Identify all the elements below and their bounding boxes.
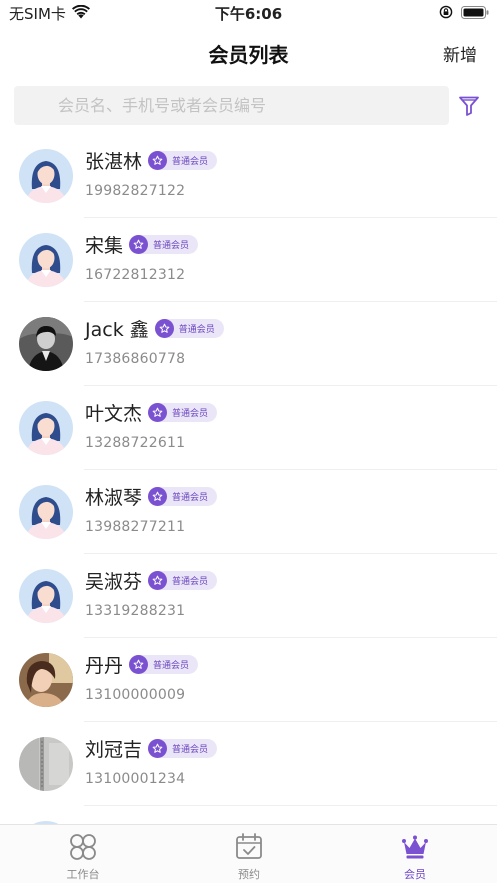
member-level-label: 普通会员 [172, 576, 209, 587]
member-name: 叶文杰 [85, 402, 143, 425]
avatar [19, 317, 73, 371]
member-row[interactable]: 刘冠吉 普通会员 13100001234 [0, 722, 497, 806]
battery-icon [461, 4, 489, 23]
tab-members[interactable]: 会员 [332, 825, 497, 883]
member-level-label: 普通会员 [153, 240, 190, 251]
avatar [19, 149, 73, 203]
member-level-label: 普通会员 [172, 156, 209, 167]
member-level-label: 普通会员 [178, 324, 215, 335]
name-line: 叶文杰 普通会员 [85, 400, 218, 425]
status-time: 下午6:06 [214, 5, 283, 23]
name-line: Jack 鑫 普通会员 [85, 316, 224, 341]
status-bar: 无SIM卡 下午6:06 [0, 0, 497, 26]
member-level-label: 普通会员 [172, 744, 209, 755]
avatar [19, 569, 73, 623]
member-name: Jack 鑫 [85, 318, 149, 341]
member-name: 林淑琴 [85, 486, 143, 509]
member-row[interactable]: 宋集 普通会员 16722812312 [0, 218, 497, 302]
member-list[interactable]: 张湛林 普通会员 19982827122 宋集 普通会员 16722812312 Jack … [0, 134, 497, 824]
status-right [439, 4, 489, 23]
member-level-label: 普通会员 [153, 660, 190, 671]
member-level-badge: 普通会员 [148, 486, 218, 506]
add-member-button[interactable]: 新增 [443, 41, 477, 66]
tab-appointments[interactable]: 预约 [166, 825, 332, 883]
navigation-bar: 会员列表 新增 [0, 26, 497, 78]
grid-icon [0, 832, 166, 862]
tab-label: 工作台 [66, 868, 100, 881]
member-row-partial[interactable] [0, 806, 497, 824]
member-row[interactable]: Jack 鑫 普通会员 17386860778 [0, 302, 497, 386]
member-phone: 17386860778 [85, 351, 186, 367]
member-row[interactable]: 吴淑芬 普通会员 13319288231 [0, 554, 497, 638]
member-level-badge: 普通会员 [154, 318, 224, 338]
name-line: 刘冠吉 普通会员 [85, 736, 218, 761]
tab-workbench[interactable]: 工作台 [0, 825, 166, 883]
member-phone: 19982827122 [85, 183, 186, 199]
member-row[interactable]: 张湛林 普通会员 19982827122 [0, 134, 497, 218]
member-name: 吴淑芬 [85, 570, 143, 593]
member-phone: 13100000009 [85, 687, 186, 703]
name-line: 吴淑芬 普通会员 [85, 568, 218, 593]
filter-icon[interactable] [457, 94, 481, 118]
member-row[interactable]: 叶文杰 普通会员 13288722611 [0, 386, 497, 470]
member-level-label: 普通会员 [172, 408, 209, 419]
star-icon [148, 738, 168, 758]
star-icon [148, 150, 168, 170]
rotation-lock-icon [439, 4, 453, 23]
search-row [0, 86, 497, 126]
search-input[interactable] [14, 86, 449, 125]
member-row[interactable]: 丹丹 普通会员 13100000009 [0, 638, 497, 722]
avatar [19, 233, 73, 287]
avatar [19, 653, 73, 707]
member-phone: 16722812312 [85, 267, 186, 283]
member-level-badge: 普通会员 [148, 570, 218, 590]
member-phone: 13988277211 [85, 519, 186, 535]
member-row[interactable]: 林淑琴 普通会员 13988277211 [0, 470, 497, 554]
member-level-badge: 普通会员 [148, 150, 218, 170]
member-name: 张湛林 [85, 150, 143, 173]
tab-bar: 工作台 预约 会员 [0, 824, 497, 883]
page-title: 会员列表 [208, 43, 289, 67]
tab-label: 预约 [238, 868, 260, 881]
star-icon [148, 486, 168, 506]
crown-icon [332, 832, 497, 862]
member-phone: 13288722611 [85, 435, 186, 451]
star-icon [154, 318, 174, 338]
member-level-badge: 普通会员 [148, 402, 218, 422]
member-phone: 13319288231 [85, 603, 186, 619]
member-level-badge: 普通会员 [129, 234, 199, 254]
name-line: 丹丹 普通会员 [85, 652, 199, 677]
member-level-label: 普通会员 [172, 492, 209, 503]
member-level-badge: 普通会员 [129, 654, 199, 674]
star-icon [129, 234, 149, 254]
calendar-icon [166, 832, 332, 862]
avatar [19, 485, 73, 539]
name-line: 宋集 普通会员 [85, 232, 199, 257]
star-icon [148, 570, 168, 590]
name-line: 张湛林 普通会员 [85, 148, 218, 173]
tab-label: 会员 [404, 868, 426, 881]
member-level-badge: 普通会员 [148, 738, 218, 758]
avatar [19, 401, 73, 455]
star-icon [148, 402, 168, 422]
member-phone: 13100001234 [85, 771, 186, 787]
member-name: 宋集 [85, 234, 124, 257]
name-line: 林淑琴 普通会员 [85, 484, 218, 509]
member-name: 刘冠吉 [85, 738, 143, 761]
member-name: 丹丹 [85, 654, 124, 677]
avatar [19, 737, 73, 791]
star-icon [129, 654, 149, 674]
